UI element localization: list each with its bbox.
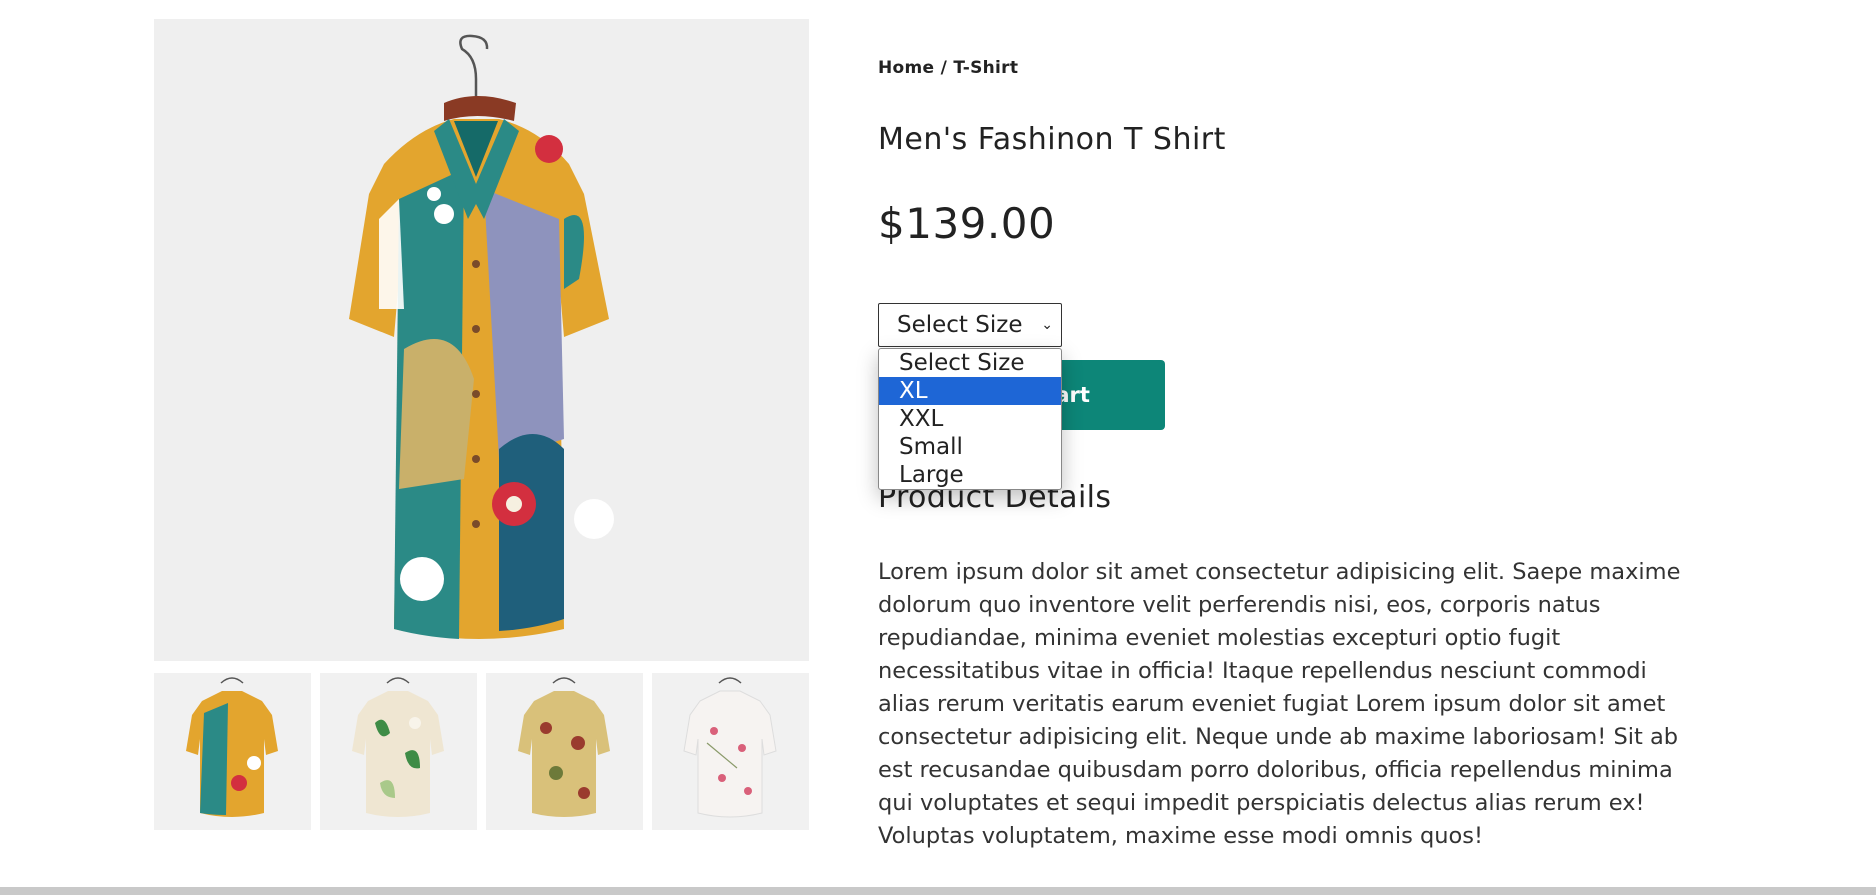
size-select-value: Select Size [897,312,1023,338]
size-option-select-size[interactable]: Select Size [879,349,1061,377]
patterned-shirt-image [349,34,614,639]
size-select[interactable]: Select Size ⌄ [878,303,1062,347]
breadcrumb-current: T-Shirt [953,58,1019,78]
breadcrumb-home-link[interactable]: Home [878,58,934,78]
product-main-image [154,19,809,661]
horizontal-scrollbar[interactable] [0,887,1876,895]
size-option-large[interactable]: Large [879,461,1061,489]
product-gallery [154,19,809,830]
size-dropdown-list: Select Size XL XXL Small Large [878,348,1062,490]
thumbnail-green-floral-shirt[interactable] [320,673,477,830]
size-option-xxl[interactable]: XXL [879,405,1061,433]
size-option-xl[interactable]: XL [879,377,1061,405]
breadcrumb-separator: / [940,58,948,78]
product-title: Men's Fashinon T Shirt [878,122,1226,157]
thumbnail-strip [154,673,809,830]
thumbnail-white-pink-shirt[interactable] [652,673,809,830]
size-option-small[interactable]: Small [879,433,1061,461]
breadcrumb: Home / T-Shirt [878,58,1698,78]
product-description: Lorem ipsum dolor sit amet consectetur a… [878,559,1681,849]
chevron-down-icon: ⌄ [1041,317,1053,333]
thumbnail-red-floral-shirt[interactable] [486,673,643,830]
product-details-panel: Home / T-Shirt Men's Fashinon T Shirt $1… [878,58,1698,849]
product-price: $139.00 [878,199,1056,248]
thumbnail-multicolor-shirt[interactable] [154,673,311,830]
